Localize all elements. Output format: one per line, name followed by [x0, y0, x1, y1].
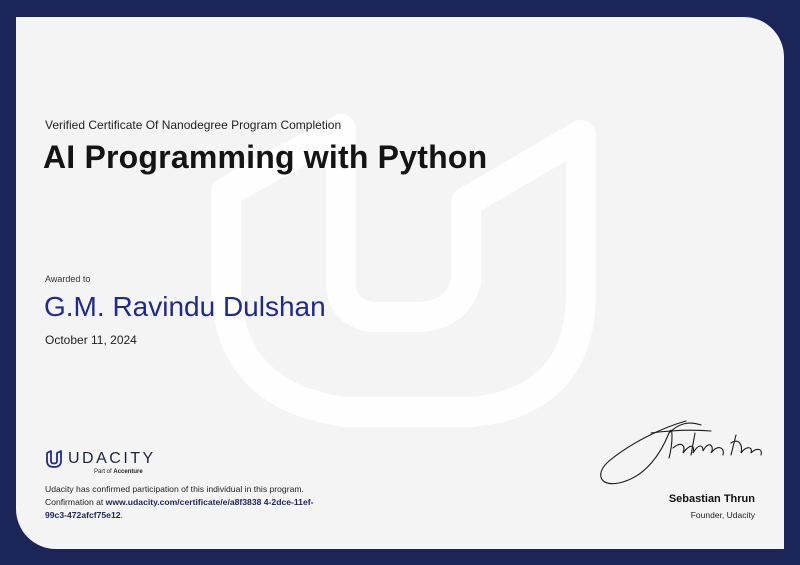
signature-icon	[600, 420, 762, 485]
udacity-u-icon	[46, 450, 62, 468]
certificate-subtitle: Verified Certificate Of Nanodegree Progr…	[45, 118, 342, 132]
certificate-card: Verified Certificate Of Nanodegree Progr…	[16, 17, 784, 549]
program-title: AI Programming with Python	[43, 139, 488, 175]
awarded-to-label: Awarded to	[45, 274, 91, 284]
completion-date: October 11, 2024	[45, 333, 137, 347]
signatory-title: Founder, Udacity	[690, 510, 755, 520]
confirmation-text: Udacity has confirmed participation of t…	[45, 484, 314, 520]
udacity-logo: UDACITY Part of Accenture	[44, 449, 164, 479]
udacity-wordmark: UDACITY	[68, 450, 156, 467]
signatory-name: Sebastian Thrun	[668, 493, 755, 505]
recipient-name: G.M. Ravindu Dulshan	[44, 291, 326, 322]
accenture-tagline: Part of Accenture	[94, 469, 143, 475]
